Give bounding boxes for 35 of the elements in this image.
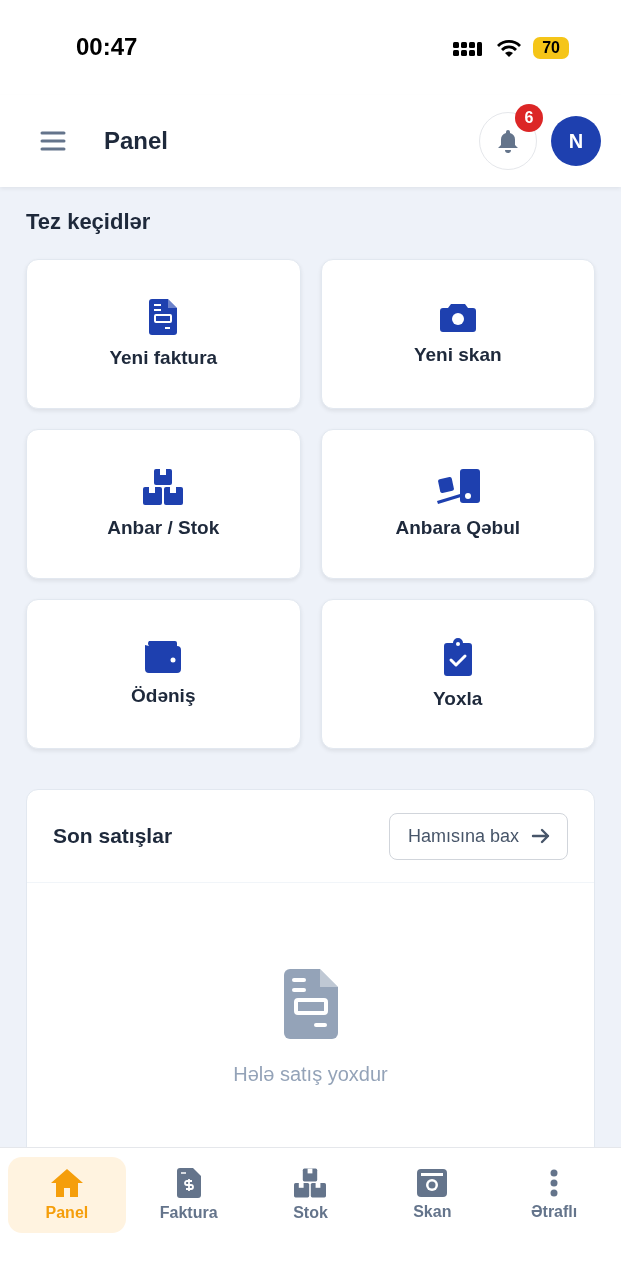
quick-link-tile[interactable]: Ödəniş — [26, 599, 301, 749]
quick-link-tile[interactable]: Yeni faktura — [26, 259, 301, 409]
quick-link-tile[interactable]: Yoxla — [320, 599, 595, 749]
quick-link-tile[interactable]: Anbar / Stok — [26, 429, 301, 579]
nav-tab[interactable]: Skan — [373, 1157, 492, 1233]
bell-icon — [497, 129, 519, 153]
nav-tab[interactable]: Stok — [251, 1157, 370, 1233]
boxes-icon — [143, 469, 184, 505]
clipboard-check-icon — [443, 638, 472, 676]
wallet-icon — [145, 641, 182, 673]
nav-tab[interactable]: Ətraflı — [495, 1157, 613, 1233]
hand-truck-icon — [435, 469, 480, 505]
section-title: Tez keçidlər — [26, 209, 152, 235]
empty-state-text: Hələ satış yoxdur — [233, 1063, 388, 1086]
invoice-icon — [176, 1168, 201, 1198]
view-all-button[interactable]: Hamısına bax — [388, 812, 568, 860]
boxes-icon — [294, 1168, 327, 1198]
page-title: Panel — [104, 127, 169, 155]
quick-link-tile[interactable]: Yeni skan — [320, 259, 595, 409]
battery-indicator: 70 — [533, 36, 569, 59]
user-avatar[interactable]: N — [551, 116, 601, 166]
status-time: 00:47 — [76, 32, 138, 61]
card-title: Son satışlar — [53, 824, 173, 848]
more-icon — [549, 1169, 560, 1197]
notification-badge: 6 — [515, 104, 543, 132]
camera-icon — [417, 1169, 448, 1197]
document-icon — [149, 299, 178, 335]
arrow-right-icon — [531, 828, 551, 844]
nav-tab[interactable]: Faktura — [129, 1157, 248, 1233]
menu-button[interactable] — [40, 130, 66, 152]
wifi-icon — [495, 37, 524, 58]
quick-link-tile[interactable]: Anbara Qəbul — [320, 429, 595, 579]
empty-document-icon — [283, 969, 338, 1039]
camera-icon — [439, 302, 476, 332]
home-icon — [49, 1168, 84, 1198]
